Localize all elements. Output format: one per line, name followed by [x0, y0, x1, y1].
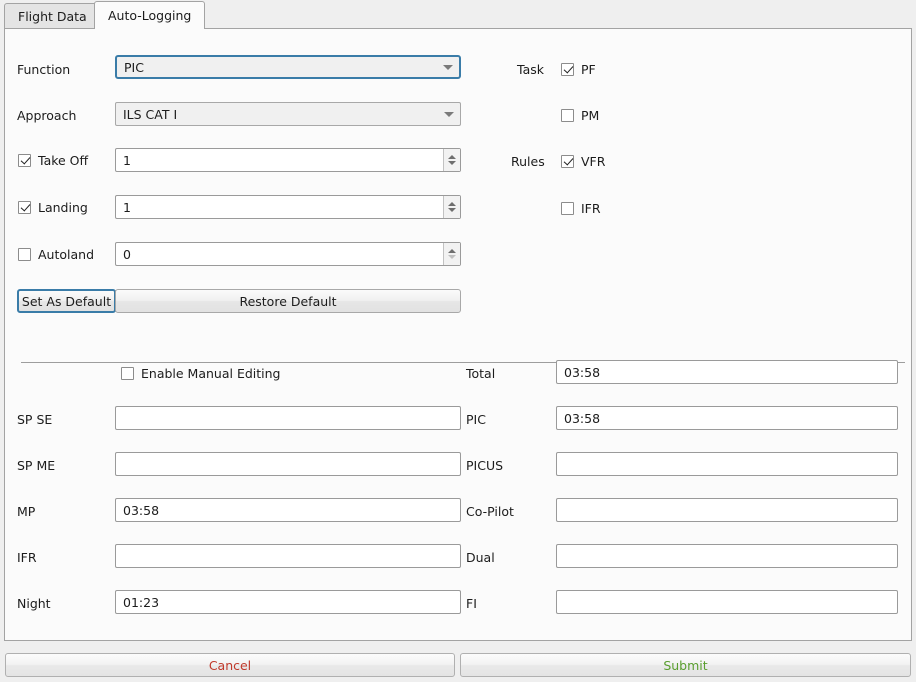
take-off-checkbox[interactable]: Take Off: [18, 153, 88, 168]
checkbox-icon: [561, 109, 574, 122]
enable-manual-editing-label: Enable Manual Editing: [141, 366, 281, 381]
approach-dropdown[interactable]: ILS CAT I: [115, 102, 461, 126]
tab-bar: Flight Data Auto-Logging: [0, 0, 916, 29]
chevron-down-icon: [437, 64, 459, 70]
autoland-checkbox[interactable]: Autoland: [18, 247, 94, 262]
restore-default-label: Restore Default: [239, 293, 337, 309]
sp-se-label: SP SE: [17, 412, 53, 427]
fi-label: FI: [466, 596, 477, 611]
task-label: Task: [517, 62, 544, 77]
spinner-arrows[interactable]: [443, 149, 460, 171]
footer-bar: Cancel Submit: [0, 648, 916, 682]
set-as-default-button[interactable]: Set As Default: [17, 289, 116, 313]
total-input[interactable]: 03:58: [556, 360, 898, 384]
take-off-value[interactable]: 1: [116, 149, 443, 171]
sp-me-input[interactable]: [115, 452, 461, 476]
night-value: 01:23: [123, 594, 160, 610]
set-as-default-label: Set As Default: [21, 293, 112, 309]
tab-flight-data[interactable]: Flight Data: [4, 3, 101, 29]
task-pm-label: PM: [581, 108, 600, 123]
rules-ifr-checkbox[interactable]: IFR: [561, 201, 601, 216]
approach-value: ILS CAT I: [123, 106, 178, 122]
check-icon: [18, 201, 31, 214]
check-icon: [561, 155, 574, 168]
function-value: PIC: [124, 59, 144, 75]
sp-me-label: SP ME: [17, 458, 56, 473]
spinner-up-icon: [448, 249, 456, 253]
night-label: Night: [17, 596, 51, 611]
approach-label: Approach: [17, 108, 77, 123]
landing-value[interactable]: 1: [116, 196, 443, 218]
checkbox-icon: [121, 367, 134, 380]
night-input[interactable]: 01:23: [115, 590, 461, 614]
task-pf-label: PF: [581, 62, 596, 77]
take-off-spinner[interactable]: 1: [115, 148, 461, 172]
submit-button[interactable]: Submit: [460, 653, 911, 677]
ifr-time-input[interactable]: [115, 544, 461, 568]
pic-input[interactable]: 03:58: [556, 406, 898, 430]
ifr-time-label: IFR: [17, 550, 37, 565]
co-pilot-label: Co-Pilot: [466, 504, 514, 519]
restore-default-button[interactable]: Restore Default: [115, 289, 461, 313]
enable-manual-editing-checkbox[interactable]: Enable Manual Editing: [121, 366, 280, 381]
check-icon: [561, 63, 574, 76]
spinner-down-icon: [448, 208, 456, 212]
dual-label: Dual: [466, 550, 495, 565]
submit-label: Submit: [663, 657, 708, 673]
spinner-down-icon: [448, 255, 456, 259]
checkbox-icon: [561, 202, 574, 215]
rules-label: Rules: [511, 154, 545, 169]
rules-vfr-checkbox[interactable]: VFR: [561, 154, 605, 169]
mp-label: MP: [17, 504, 36, 519]
mp-input[interactable]: 03:58: [115, 498, 461, 522]
tab-flight-data-label: Flight Data: [18, 9, 87, 24]
co-pilot-input[interactable]: [556, 498, 898, 522]
spinner-up-icon: [448, 155, 456, 159]
sp-se-input[interactable]: [115, 406, 461, 430]
dual-input[interactable]: [556, 544, 898, 568]
mp-value: 03:58: [123, 502, 160, 518]
pic-value: 03:58: [564, 410, 601, 426]
pic-label: PIC: [466, 412, 486, 427]
checkbox-icon: [18, 248, 31, 261]
fi-input[interactable]: [556, 590, 898, 614]
tab-auto-logging[interactable]: Auto-Logging: [94, 1, 206, 29]
landing-label: Landing: [38, 200, 88, 215]
check-icon: [18, 154, 31, 167]
autoland-label: Autoland: [38, 247, 95, 262]
landing-checkbox[interactable]: Landing: [18, 200, 88, 215]
total-value: 03:58: [564, 364, 601, 380]
spinner-arrows[interactable]: [443, 243, 460, 265]
spinner-up-icon: [448, 202, 456, 206]
function-label: Function: [17, 62, 71, 77]
picus-input[interactable]: [556, 452, 898, 476]
rules-vfr-label: VFR: [581, 154, 606, 169]
cancel-button[interactable]: Cancel: [5, 653, 455, 677]
tab-auto-logging-label: Auto-Logging: [108, 8, 192, 23]
task-pm-checkbox[interactable]: PM: [561, 108, 599, 123]
chevron-down-icon: [438, 111, 460, 117]
function-dropdown[interactable]: PIC: [115, 55, 461, 79]
rules-ifr-label: IFR: [581, 201, 601, 216]
landing-spinner[interactable]: 1: [115, 195, 461, 219]
total-label: Total: [466, 366, 496, 381]
auto-logging-panel: Function PIC Approach ILS CAT I Take Off…: [4, 28, 912, 641]
spinner-arrows[interactable]: [443, 196, 460, 218]
autoland-spinner[interactable]: 0: [115, 242, 461, 266]
take-off-label: Take Off: [38, 153, 89, 168]
spinner-down-icon: [448, 161, 456, 165]
picus-label: PICUS: [466, 458, 504, 473]
task-pf-checkbox[interactable]: PF: [561, 62, 596, 77]
cancel-label: Cancel: [208, 657, 252, 673]
autoland-value[interactable]: 0: [116, 243, 443, 265]
